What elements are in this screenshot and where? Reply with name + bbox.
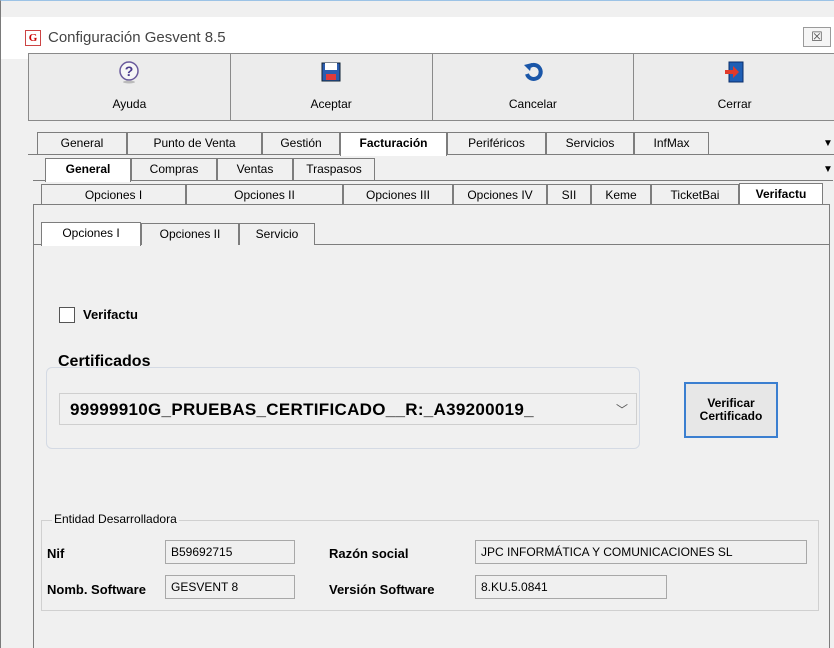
close-button[interactable]: ☒ xyxy=(803,27,831,47)
tab-facturacion[interactable]: Facturación xyxy=(340,132,447,156)
tab-servicios[interactable]: Servicios xyxy=(546,132,634,154)
accept-button[interactable]: Aceptar xyxy=(229,53,432,121)
chevron-down-icon: ﹀ xyxy=(615,403,628,417)
tab-punto-de-venta[interactable]: Punto de Venta xyxy=(127,132,262,154)
nif-label: Nif xyxy=(47,546,65,561)
help-label: Ayuda xyxy=(112,97,147,111)
save-icon xyxy=(321,62,341,82)
cancel-button[interactable]: Cancelar xyxy=(431,53,634,121)
entidad-group xyxy=(41,520,819,611)
undo-icon xyxy=(523,62,543,81)
tab-servicio[interactable]: Servicio xyxy=(239,223,315,245)
window-title: Configuración Gesvent 8.5 xyxy=(48,29,226,46)
cancel-label: Cancelar xyxy=(508,97,557,111)
tab-ventas[interactable]: Ventas xyxy=(217,158,293,180)
tab-ticketbai[interactable]: TicketBai xyxy=(651,184,739,206)
verifactu-checkbox[interactable] xyxy=(59,307,75,323)
verifactu-label: Verifactu xyxy=(83,307,138,322)
tab-sii[interactable]: SII xyxy=(547,184,591,206)
nomb-software-field[interactable]: GESVENT 8 xyxy=(165,575,295,599)
tab-keme[interactable]: Keme xyxy=(591,184,651,206)
certificate-select[interactable]: 99999910G_PRUEBAS_CERTIFICADO__R:_A39200… xyxy=(59,393,637,425)
tab-opciones-iii[interactable]: Opciones III xyxy=(343,184,453,206)
razon-social-field[interactable]: JPC INFORMÁTICA Y COMUNICACIONES SL xyxy=(475,540,807,564)
version-software-field[interactable]: 8.KU.5.0841 xyxy=(475,575,667,599)
tab-traspasos[interactable]: Traspasos xyxy=(293,158,375,180)
tab-perifericos[interactable]: Periféricos xyxy=(447,132,546,154)
help-button[interactable]: ? Ayuda xyxy=(28,53,230,121)
exit-icon xyxy=(724,61,744,83)
help-icon: ? xyxy=(119,61,140,84)
tab-opciones-ii[interactable]: Opciones II xyxy=(186,184,343,206)
certificados-title: Certificados xyxy=(58,353,151,370)
certificate-selected-value: 99999910G_PRUEBAS_CERTIFICADO__R:_A39200… xyxy=(70,400,534,419)
tab-general-sub[interactable]: General xyxy=(45,158,131,182)
razon-social-label: Razón social xyxy=(329,546,409,561)
tab-opciones-i-verifactu[interactable]: Opciones I xyxy=(41,222,141,246)
tab-opciones-ii-verifactu[interactable]: Opciones II xyxy=(141,223,239,245)
verify-certificate-button[interactable]: Verificar Certificado xyxy=(684,382,778,438)
close-app-label: Cerrar xyxy=(717,97,752,111)
subtabs-more-icon[interactable]: ▼ xyxy=(823,164,833,175)
tabs-more-icon[interactable]: ▼ xyxy=(823,138,833,149)
app-logo-icon: G xyxy=(25,30,41,46)
toolbar: ? Ayuda Aceptar Cancelar Cerrar xyxy=(28,53,834,121)
entidad-legend: Entidad Desarrolladora xyxy=(52,512,179,526)
tab-gestion[interactable]: Gestión xyxy=(262,132,340,154)
close-app-button[interactable]: Cerrar xyxy=(633,53,834,121)
tab-general[interactable]: General xyxy=(37,132,127,154)
verify-button-line2: Certificado xyxy=(699,409,763,423)
tab-opciones-iv[interactable]: Opciones IV xyxy=(453,184,547,206)
accept-label: Aceptar xyxy=(310,97,352,111)
version-software-label: Versión Software xyxy=(329,582,435,597)
tab-opciones-i[interactable]: Opciones I xyxy=(41,184,186,206)
tab-compras[interactable]: Compras xyxy=(131,158,217,180)
nomb-software-label: Nomb. Software xyxy=(47,582,146,597)
nif-field[interactable]: B59692715 xyxy=(165,540,295,564)
config-window: G Configuración Gesvent 8.5 ☒ ? Ayuda Ac… xyxy=(0,0,834,648)
tabrow2-line xyxy=(33,180,833,181)
svg-text:?: ? xyxy=(125,63,134,79)
tab-infmax[interactable]: InfMax xyxy=(634,132,709,154)
